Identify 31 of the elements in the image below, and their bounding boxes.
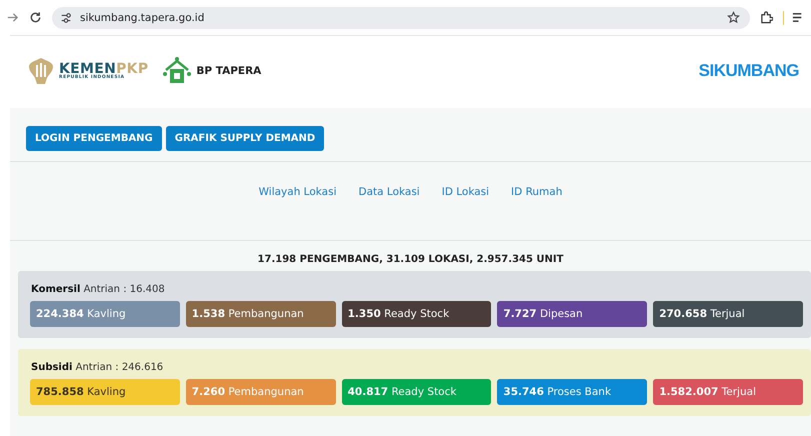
stat-badge: 1.538 Pembangunan [186,301,336,327]
address-bar[interactable]: sikumbang.tapera.go.id [52,6,750,28]
stat-badge: 270.658 Terjual [653,301,803,327]
stat-badge: 785.858 Kavling [30,379,180,405]
nav-button[interactable]: GRAFIK SUPPLY DEMAND [166,126,324,151]
house-people-icon [162,56,192,86]
url-text: sikumbang.tapera.go.id [80,12,206,24]
stat-badge: 35.746 Proses Bank [497,379,648,405]
summary-text: 17.198 PENGEMBANG, 31.109 LOKASI, 2.957.345 UNIT [256,253,564,267]
stat-badge: 7.727 Dipesan [497,301,648,327]
nav-link[interactable]: ID Rumah [511,186,562,198]
kemenpkp-emblem-icon [26,56,56,86]
logo-text: BP TAPERA [196,65,262,77]
panel-title: Komersil Antrian : 16.408 [31,284,166,295]
nav-link[interactable]: ID Lokasi [442,186,490,198]
star-icon[interactable] [727,11,740,24]
stat-badge: 7.260 Pembangunan [186,379,336,405]
stat-badge: 224.384 Kavling [30,301,180,327]
nav-link[interactable]: Wilayah Lokasi [258,186,336,198]
stat-badge: 1.582.007 Terjual [653,379,803,405]
stat-badge: 40.817 Ready Stock [342,379,492,405]
extension-icon[interactable] [760,11,773,24]
forward-icon[interactable] [6,11,19,24]
panel-title: Subsidi Antrian : 246.616 [31,362,164,373]
nav-link[interactable]: Data Lokasi [358,186,420,198]
nav-button[interactable]: LOGIN PENGEMBANG [26,126,162,151]
stat-badge: 1.350 Ready Stock [342,301,492,327]
reload-icon[interactable] [29,11,42,24]
kemenpkp-wordmark: KEMENPKP [59,62,148,76]
site-logo: SIKUMBANG [698,61,799,81]
site-settings-icon[interactable] [60,12,72,24]
